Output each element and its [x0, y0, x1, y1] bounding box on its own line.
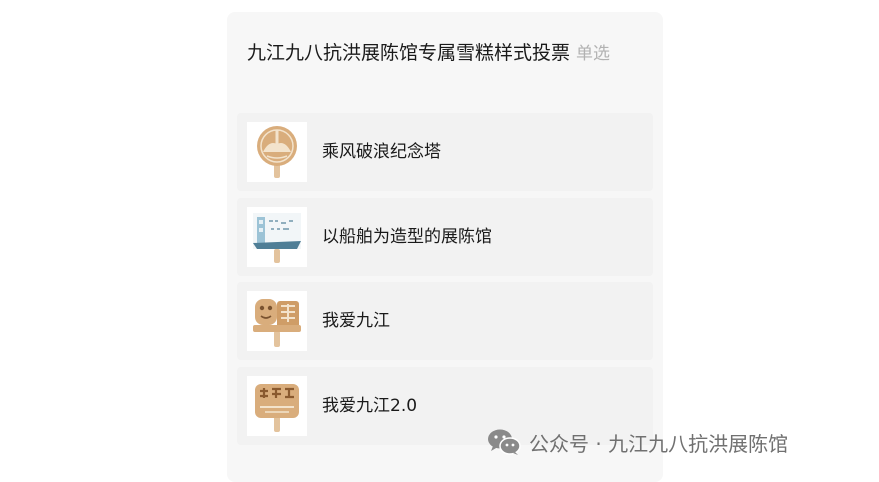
vote-option-label: 以船舶为造型的展陈馆	[322, 227, 492, 247]
vote-title-block: 九江九八抗洪展陈馆专属雪糕样式投票 单选	[247, 38, 652, 69]
vote-type-tag: 单选	[576, 44, 611, 64]
vote-option-label: 我爱九江	[322, 311, 390, 331]
i-love-jiujiang-2-popsicle-thumbnail	[247, 376, 307, 436]
vote-option-label: 我爱九江2.0	[322, 396, 418, 416]
watermark: 公众号 · 九江九八抗洪展陈馆	[487, 426, 788, 458]
wechat-icon	[488, 429, 521, 455]
i-love-jiujiang-popsicle-thumbnail	[247, 291, 307, 351]
vote-option-1[interactable]: 乘风破浪纪念塔	[237, 113, 653, 191]
tower-popsicle-thumbnail	[247, 122, 307, 182]
watermark-text: 公众号 · 九江九八抗洪展陈馆	[529, 431, 789, 456]
vote-option-2[interactable]: 以船舶为造型的展陈馆	[237, 198, 653, 276]
vote-option-3[interactable]: 我爱九江	[237, 282, 653, 360]
vote-option-label: 乘风破浪纪念塔	[322, 142, 441, 162]
vote-card: 九江九八抗洪展陈馆专属雪糕样式投票 单选 乘风破浪纪念塔 以船舶为造型的展陈馆 …	[227, 12, 663, 482]
ship-museum-popsicle-thumbnail	[247, 207, 307, 267]
vote-title: 九江九八抗洪展陈馆专属雪糕样式投票	[247, 42, 571, 64]
